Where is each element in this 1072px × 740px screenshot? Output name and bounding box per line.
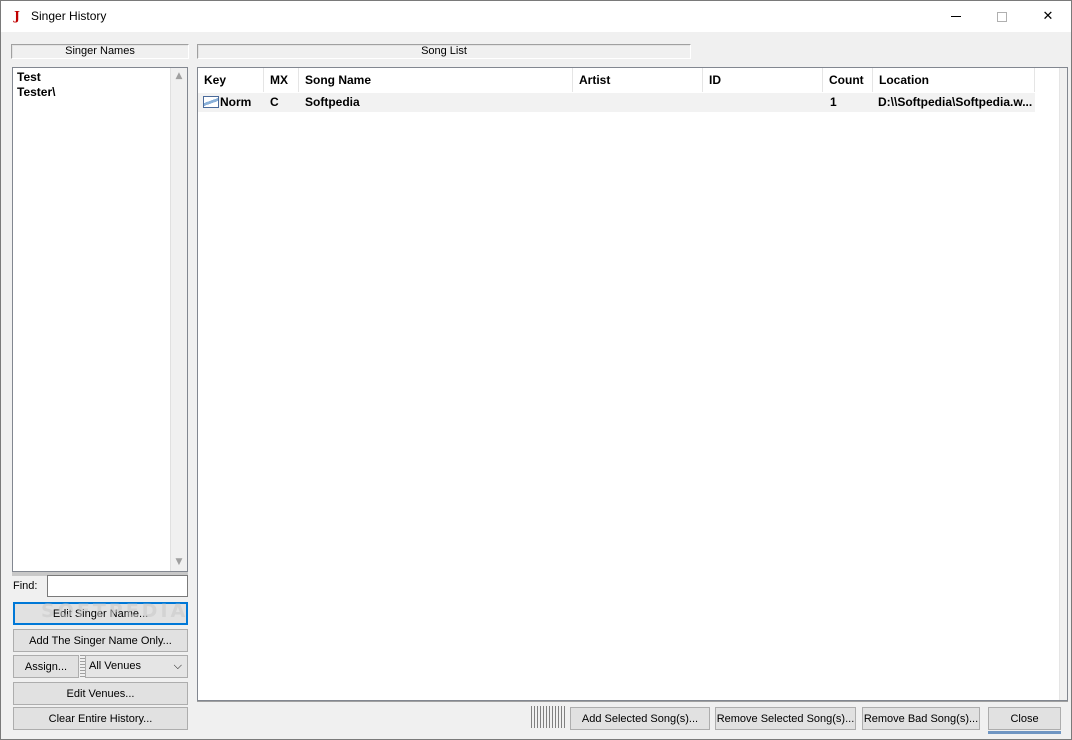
cell-location: D:\\Softpedia\Softpedia.w...	[878, 95, 1033, 109]
venue-select[interactable]: All Venues ⌵	[85, 655, 188, 678]
edit-venues-button[interactable]: Edit Venues...	[13, 682, 188, 705]
venue-select-value: All Venues	[89, 660, 141, 672]
chevron-down-icon: ⌵	[173, 659, 182, 672]
cell-key: Norm	[220, 95, 252, 109]
song-list-scrollbar[interactable]	[1059, 68, 1067, 700]
app-icon: J	[14, 9, 20, 23]
song-list-hscroll[interactable]	[197, 701, 1068, 705]
column-header-key[interactable]: Key	[198, 68, 264, 92]
scroll-up-icon[interactable]: ▲	[171, 68, 187, 85]
resize-grip[interactable]	[531, 706, 566, 728]
table-row[interactable]: Norm C Softpedia 1 D:\\Softpedia\Softped…	[198, 93, 1035, 112]
scroll-down-icon[interactable]: ▼	[171, 554, 187, 571]
cell-mx: C	[270, 95, 279, 109]
song-list-table[interactable]: Key MX Song Name Artist ID Count Locatio…	[197, 67, 1068, 701]
window-title: Singer History	[31, 9, 107, 23]
add-selected-songs-button[interactable]: Add Selected Song(s)...	[570, 707, 710, 730]
assign-button[interactable]: Assign...	[13, 655, 79, 678]
minimize-button[interactable]	[933, 1, 979, 32]
singer-names-header: Singer Names	[11, 44, 189, 59]
add-singer-name-button[interactable]: Add The Singer Name Only...	[13, 629, 188, 652]
column-header-song-name[interactable]: Song Name	[299, 68, 573, 92]
column-header-count[interactable]: Count	[823, 68, 873, 92]
singer-item[interactable]: Test	[17, 70, 41, 85]
find-label: Find:	[13, 580, 38, 592]
window-close-button[interactable]: ✕	[1025, 1, 1071, 32]
title-bar: J Singer History ✕	[1, 1, 1071, 32]
song-file-icon	[203, 96, 219, 108]
minimize-icon	[951, 16, 961, 17]
find-input[interactable]	[47, 575, 188, 597]
cell-count: 1	[830, 95, 837, 109]
column-header-location[interactable]: Location	[873, 68, 1035, 92]
maximize-button	[979, 1, 1025, 32]
column-header-mx[interactable]: MX	[264, 68, 299, 92]
singer-names-list[interactable]: Test Tester\ ▲ ▼	[12, 67, 188, 572]
singer-history-window: J Singer History ✕ Singer Names Song Lis…	[0, 0, 1072, 740]
clear-history-button[interactable]: Clear Entire History...	[13, 707, 188, 730]
song-list-header: Song List	[197, 44, 691, 59]
close-button[interactable]: Close	[988, 707, 1061, 730]
remove-selected-songs-button[interactable]: Remove Selected Song(s)...	[715, 707, 856, 730]
column-header-id[interactable]: ID	[703, 68, 823, 92]
edit-singer-name-button[interactable]: Edit Singer Name...	[13, 602, 188, 625]
column-header-artist[interactable]: Artist	[573, 68, 703, 92]
close-icon: ✕	[1042, 9, 1054, 24]
default-button-indicator	[988, 731, 1061, 734]
singer-item[interactable]: Tester\	[17, 85, 55, 100]
cell-song-name: Softpedia	[305, 95, 360, 109]
remove-bad-songs-button[interactable]: Remove Bad Song(s)...	[862, 707, 980, 730]
maximize-icon	[997, 11, 1007, 22]
singer-list-scrollbar[interactable]: ▲ ▼	[170, 68, 187, 571]
